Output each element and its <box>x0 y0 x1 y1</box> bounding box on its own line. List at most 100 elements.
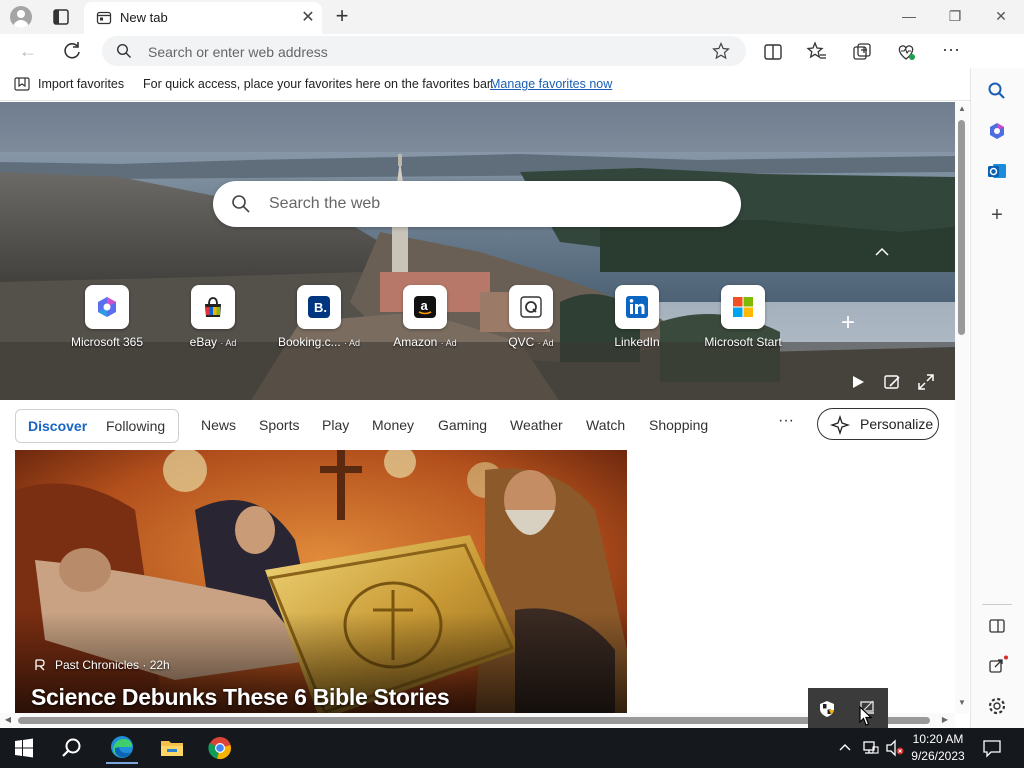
ebay-icon <box>191 285 235 329</box>
restore-button[interactable]: ❐ <box>940 5 970 27</box>
expand-fullscreen-icon[interactable] <box>916 372 936 392</box>
manage-favorites-link[interactable]: Manage favorites now <box>490 77 612 91</box>
close-window-button[interactable]: ✕ <box>986 5 1016 27</box>
search-icon <box>232 195 250 213</box>
tab-following[interactable]: Following <box>106 418 165 434</box>
tab-new-tab[interactable]: New tab ✕ <box>84 2 322 34</box>
quick-link-label: LinkedIn <box>614 335 660 349</box>
news-card[interactable]: Past Chronicles · 22h Science Debunks Th… <box>15 450 627 714</box>
favorites-bar: Import favorites For quick access, place… <box>0 68 970 101</box>
split-screen-icon[interactable] <box>762 41 784 63</box>
personalize-label: Personalize <box>860 416 934 432</box>
favorites-hint: For quick access, place your favorites h… <box>143 77 494 91</box>
show-hidden-icons-chevron-icon[interactable] <box>838 740 852 757</box>
news-card-source-text: Past Chronicles · 22h <box>55 658 170 672</box>
refresh-button[interactable] <box>60 39 84 63</box>
new-tab-page-icon <box>96 11 112 25</box>
feed-navigation: Discover Following News Sports Play Mone… <box>0 400 955 450</box>
profile-button[interactable] <box>8 5 34 29</box>
quick-link-amazon[interactable]: a Amazon · Ad <box>372 285 478 355</box>
microsoft-start-icon <box>721 285 765 329</box>
network-status-icon[interactable] <box>862 739 880 757</box>
quick-link-label: eBay · Ad <box>189 335 237 349</box>
sidebar-panel-toggle-icon[interactable] <box>986 615 1008 637</box>
play-background-video-icon[interactable] <box>848 372 868 392</box>
feed-tab-money[interactable]: Money <box>372 417 414 433</box>
feed-tab-play[interactable]: Play <box>322 417 349 433</box>
close-tab-button[interactable]: ✕ <box>298 8 318 28</box>
quick-link-label: QVC · Ad <box>508 335 554 349</box>
feed-more-button[interactable]: ··· <box>778 412 794 430</box>
taskbar-search-button[interactable] <box>56 732 88 764</box>
new-tab-button[interactable]: + <box>330 5 354 29</box>
sidebar-search-icon[interactable] <box>986 80 1008 102</box>
sidebar-settings-gear-icon[interactable] <box>986 695 1008 717</box>
quick-link-label: Amazon · Ad <box>393 335 457 349</box>
add-quick-link-button[interactable]: + <box>836 311 860 336</box>
refresh-icon <box>64 42 80 59</box>
minimize-button[interactable]: — <box>894 5 924 27</box>
sidebar-divider <box>982 604 1012 605</box>
import-favorites-button[interactable]: Import favorites <box>14 76 124 92</box>
feed-tab-weather[interactable]: Weather <box>510 417 563 433</box>
svg-text:a: a <box>421 298 429 313</box>
web-search-placeholder: Search the web <box>269 195 381 212</box>
vertical-scroll-thumb[interactable] <box>958 120 965 335</box>
feed-tab-watch[interactable]: Watch <box>586 417 625 433</box>
scroll-right-arrow-icon[interactable]: ▶ <box>940 715 950 725</box>
import-favorites-label: Import favorites <box>38 77 125 91</box>
volume-muted-icon[interactable] <box>885 739 905 757</box>
publisher-logo-icon <box>35 659 45 671</box>
tab-actions-button[interactable] <box>48 5 74 29</box>
quick-link-booking[interactable]: B. Booking.c... · Ad <box>266 285 372 355</box>
notification-center-icon[interactable] <box>982 738 1002 758</box>
sparkle-star-icon <box>830 415 850 435</box>
mouse-cursor-icon <box>859 706 872 726</box>
google-chrome-icon <box>208 737 231 759</box>
sidebar-outlook-icon[interactable] <box>986 160 1008 182</box>
clock-date[interactable]: 9/26/2023 <box>908 749 968 763</box>
taskbar-file-explorer-button[interactable] <box>156 732 188 764</box>
feed-tab-news[interactable]: News <box>201 417 236 433</box>
quick-link-microsoft-365[interactable]: Microsoft 365 <box>54 285 160 355</box>
microsoft-365-icon <box>85 285 129 329</box>
browser-essentials-icon[interactable] <box>895 41 917 63</box>
tab-discover[interactable]: Discover <box>28 418 87 434</box>
open-external-icon[interactable] <box>986 655 1008 677</box>
taskbar-chrome-button[interactable] <box>204 732 236 764</box>
linkedin-icon <box>615 285 659 329</box>
tab-actions-icon <box>53 9 69 25</box>
new-tab-page: Search the web Microsoft 365 eBay · Ad B… <box>0 102 955 714</box>
scroll-up-arrow-icon[interactable]: ▲ <box>957 104 967 114</box>
quick-link-qvc[interactable]: QVC · Ad <box>478 285 584 355</box>
collapse-chevron-up-icon[interactable] <box>872 244 892 260</box>
navigation-toolbar: ← Search or enter web address ··· <box>0 34 1024 102</box>
taskbar-edge-button[interactable] <box>106 732 138 764</box>
scroll-left-arrow-icon[interactable]: ◀ <box>3 715 13 725</box>
feed-tab-sports[interactable]: Sports <box>259 417 299 433</box>
collections-icon[interactable] <box>851 41 873 63</box>
horizontal-scroll-thumb[interactable] <box>18 717 930 724</box>
quick-link-microsoft-start[interactable]: Microsoft Start <box>690 285 796 355</box>
import-favorites-icon <box>14 77 30 91</box>
web-search-box[interactable]: Search the web <box>213 181 741 227</box>
add-favorite-star-icon[interactable] <box>712 42 730 60</box>
edit-background-icon[interactable] <box>882 372 902 392</box>
start-button[interactable] <box>8 732 40 764</box>
security-shield-icon[interactable] <box>818 700 836 718</box>
sidebar-add-button[interactable]: + <box>986 204 1008 226</box>
scroll-down-arrow-icon[interactable]: ▼ <box>957 698 967 708</box>
back-button[interactable]: ← <box>16 39 40 63</box>
personalize-button[interactable]: Personalize <box>817 408 939 440</box>
quick-link-label: Booking.c... · Ad <box>277 335 361 349</box>
settings-and-more-button[interactable]: ··· <box>940 39 962 61</box>
clock-time[interactable]: 10:20 AM <box>910 732 966 746</box>
news-card-title[interactable]: Science Debunks These 6 Bible Stories <box>31 684 450 711</box>
feed-tab-shopping[interactable]: Shopping <box>649 417 708 433</box>
favorites-icon[interactable] <box>806 41 828 63</box>
quick-link-ebay[interactable]: eBay · Ad <box>160 285 266 355</box>
feed-tab-gaming[interactable]: Gaming <box>438 417 487 433</box>
sidebar-microsoft-365-icon[interactable] <box>986 120 1008 142</box>
quick-link-linkedin[interactable]: LinkedIn <box>584 285 690 355</box>
address-bar[interactable]: Search or enter web address <box>102 36 746 66</box>
